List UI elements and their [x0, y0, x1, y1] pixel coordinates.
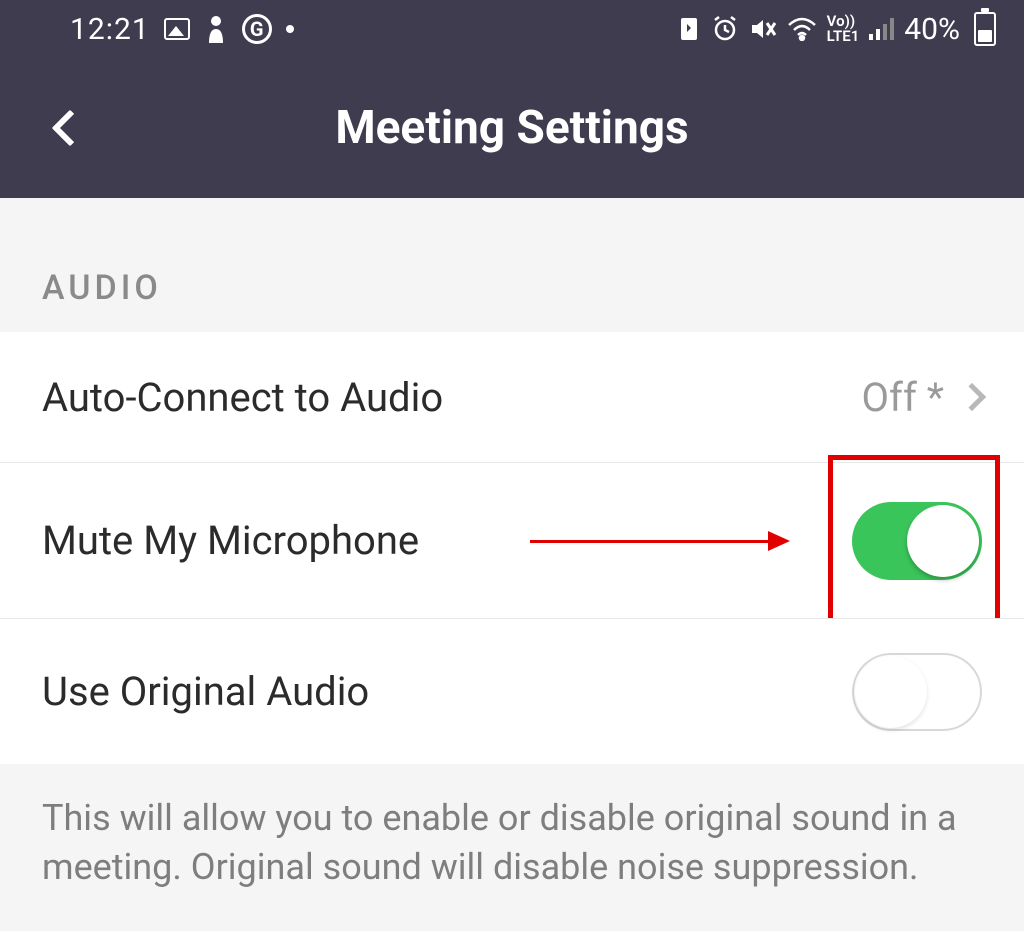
lte-label: Vo)) LTE1 — [827, 14, 860, 44]
row-mute-microphone: Mute My Microphone — [0, 462, 1024, 618]
back-button[interactable] — [40, 98, 100, 158]
status-right: Vo)) LTE1 40% — [677, 12, 996, 47]
toggle-knob — [855, 656, 927, 728]
chevron-right-icon — [958, 383, 986, 411]
mute-microphone-toggle[interactable] — [852, 502, 982, 580]
alarm-icon — [711, 15, 739, 43]
status-left: 12:21 G — [70, 12, 294, 47]
recycling-icon — [677, 16, 701, 42]
title-bar: Meeting Settings — [0, 58, 1024, 198]
battery-text: 40% — [904, 12, 960, 47]
chevron-left-icon — [52, 110, 89, 147]
row-use-original-audio: Use Original Audio — [0, 618, 1024, 764]
original-audio-toggle[interactable] — [852, 653, 982, 731]
app-icon — [204, 15, 228, 43]
mute-vibrate-icon — [749, 15, 777, 43]
google-icon: G — [242, 14, 272, 44]
row-label: Use Original Audio — [42, 668, 852, 715]
notification-dot-icon — [286, 25, 294, 33]
status-time: 12:21 — [70, 12, 150, 47]
page-title: Meeting Settings — [0, 101, 1024, 155]
status-bar: 12:21 G Vo)) LTE1 40% — [0, 0, 1024, 58]
row-auto-connect-audio[interactable]: Auto-Connect to Audio Off * — [0, 332, 1024, 462]
image-icon — [164, 18, 190, 40]
wifi-icon — [787, 17, 817, 41]
signal-icon — [869, 18, 894, 40]
section-header-audio: AUDIO — [0, 198, 1024, 332]
battery-icon — [974, 12, 996, 46]
toggle-knob — [907, 505, 979, 577]
row-value: Off * — [862, 374, 944, 421]
row-label: Mute My Microphone — [42, 517, 852, 564]
content: AUDIO Auto-Connect to Audio Off * Mute M… — [0, 198, 1024, 931]
row-label: Auto-Connect to Audio — [42, 374, 862, 421]
